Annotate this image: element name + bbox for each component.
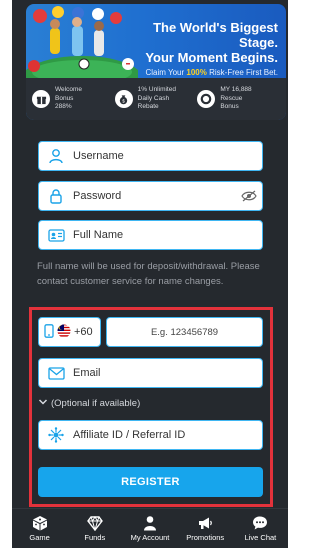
gift-icon [32, 90, 50, 108]
nav-item-promotions[interactable]: Promotions [178, 509, 233, 548]
network-icon [39, 421, 73, 449]
dice-icon [32, 516, 47, 531]
megaphone-icon [199, 517, 213, 529]
affiliate-placeholder: Affiliate ID / Referral ID [73, 429, 186, 441]
banner-headline: The World's Biggest Stage. Your Moment B… [118, 20, 278, 77]
nav-label-funds: Funds [84, 533, 106, 542]
user-icon [144, 516, 156, 531]
email-placeholder: Email [73, 367, 101, 379]
username-placeholder: Username [73, 150, 124, 162]
fullname-note: Full name will be used for deposit/withd… [37, 261, 260, 287]
nav-item-funds[interactable]: Funds [67, 509, 122, 548]
nav-label-live-chat: Live Chat [244, 533, 277, 542]
id-card-icon [39, 221, 73, 249]
phone-placeholder: E.g. 123456789 [150, 326, 219, 338]
optional-toggle[interactable]: (Optional if available) [38, 398, 140, 409]
malaysia-flag-icon [57, 324, 71, 341]
nav-label-game: Game [29, 533, 50, 542]
chat-icon [253, 516, 268, 530]
country-code-selector[interactable]: +60 [38, 317, 101, 347]
lock-icon [39, 182, 73, 210]
nav-label-my-account: My Account [130, 533, 170, 542]
nav-item-game[interactable]: Game [12, 509, 67, 548]
banner-subtitle: Claim Your 100% Risk-Free First Bet. [145, 68, 278, 77]
perk-cash-rebate: $ 1% Unlimited Daily Cash Rebate [114, 86, 198, 112]
phone-number-input[interactable]: E.g. 123456789 [106, 317, 263, 347]
money-bag-icon: $ [114, 90, 133, 108]
perks-strip: Welcome Bonus 288% $ 1% Unlimited Daily Cas… [26, 78, 286, 120]
nav-item-my-account[interactable]: My Account [122, 509, 177, 548]
register-button[interactable]: REGISTER [38, 467, 263, 497]
password-field[interactable]: Password [38, 181, 263, 211]
phone-icon [44, 323, 54, 341]
eye-slash-icon[interactable] [236, 182, 262, 210]
banner-title-line1: The World's Biggest Stage. [153, 20, 278, 50]
perk-rescue-bonus: MY 16,888 Rescue Bonus [197, 86, 280, 112]
chevron-down-icon [38, 398, 48, 409]
nav-item-live-chat[interactable]: Live Chat [233, 509, 288, 548]
banner-title-line2: Your Moment Begins. [145, 50, 278, 65]
fullname-field[interactable]: Full Name [38, 220, 263, 250]
fullname-placeholder: Full Name [73, 229, 124, 241]
username-field[interactable]: Username [38, 141, 263, 171]
country-code-value: +60 [74, 326, 93, 338]
perk-welcome-bonus: Welcome Bonus 288% [32, 86, 115, 112]
lifebuoy-icon [197, 90, 216, 108]
nav-label-promotions: Promotions [186, 533, 225, 542]
envelope-icon [39, 359, 73, 387]
affiliate-field[interactable]: Affiliate ID / Referral ID [38, 420, 263, 450]
password-placeholder: Password [73, 190, 122, 202]
diamond-icon [86, 516, 103, 531]
user-icon [39, 142, 73, 170]
promo-banner[interactable]: The World's Biggest Stage. Your Moment B… [26, 4, 286, 120]
optional-label: (Optional if available) [51, 398, 141, 409]
email-field[interactable]: Email [38, 358, 263, 388]
bottom-nav: Game Funds My Account Promotions Live Ch… [12, 508, 288, 548]
